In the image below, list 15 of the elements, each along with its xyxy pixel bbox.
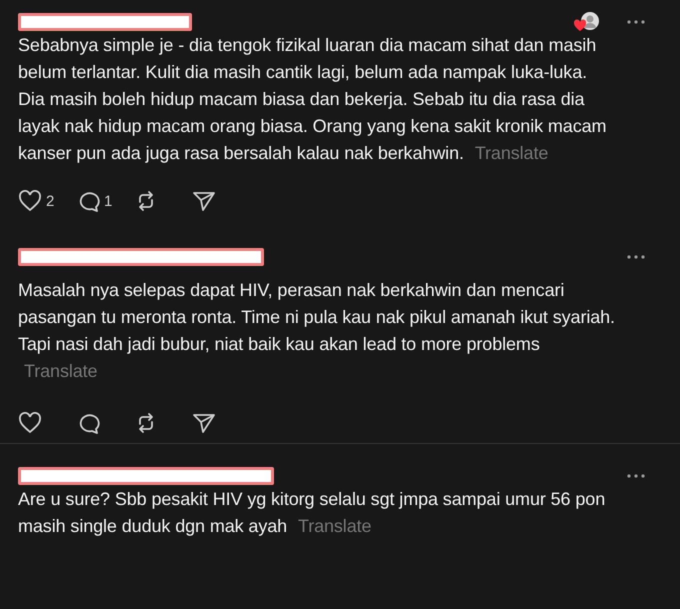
translate-link[interactable]: Translate — [298, 516, 372, 536]
heart-icon[interactable] — [18, 412, 42, 434]
heart-icon[interactable] — [18, 190, 42, 212]
more-icon[interactable] — [626, 254, 646, 260]
post-text: Are u sure? Sbb pesakit HIV yg kitorg selalu sgt jmpa sampai umur 56 pon masih single duduk dgn mak ayah Translate — [18, 488, 606, 538]
post-text: Masalah nya selepas dapat HIV, perasan nak berkahwin dan mencari pasangan tu meronta ronta. Time ni pula kau nak pikul amanah ikut syariah. Tapi nasi dah jadi bubur, niat baik kau akan lead to more problems Translate — [18, 279, 616, 383]
like-count: 2 — [46, 192, 54, 210]
translate-link[interactable]: Translate — [474, 143, 548, 163]
post-text: Sebabnya simple je - dia tengok fizikal luaran dia macam sihat dan masih belum terlantar. Kulit dia masih cantik lagi, belum ada nampak luka-luka. Dia masih boleh hidup macam biasa dan bekerja. Sebab itu dia rasa dia layak nak hidup macam orang biasa. Orang yang kena sakit kronik macam kanser pun ada juga rasa bersalah kalau nak berkahwin. Translate — [18, 34, 608, 165]
share-icon[interactable] — [192, 412, 216, 434]
more-icon[interactable] — [626, 473, 646, 479]
more-icon[interactable] — [626, 19, 646, 25]
reply-count: 1 — [104, 192, 112, 210]
translate-link[interactable]: Translate — [24, 361, 98, 381]
share-icon[interactable] — [192, 190, 216, 212]
